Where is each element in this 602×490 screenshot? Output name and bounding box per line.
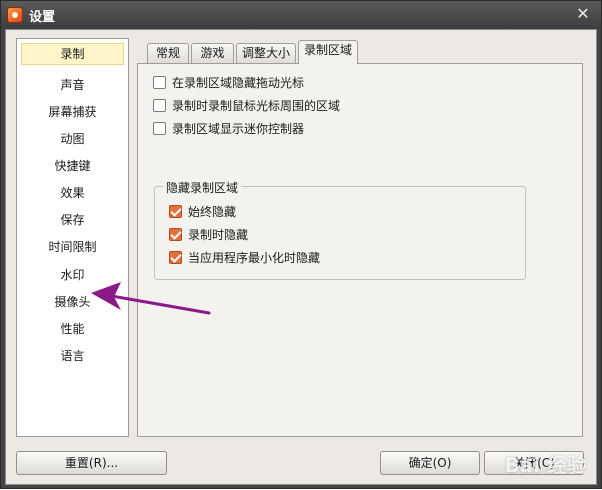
sidebar-item-save[interactable]: 保存 [21, 209, 124, 231]
checkbox-checked[interactable] [169, 204, 182, 218]
ok-button[interactable]: 确定(O) [380, 451, 480, 475]
close-icon[interactable]: ✕ [573, 4, 593, 24]
close-button[interactable]: 关闭(C) [484, 451, 584, 475]
option-hide-when-minimized[interactable]: 当应用程序最小化时隐藏 [169, 249, 320, 265]
sidebar-item-audio[interactable]: 声音 [21, 74, 124, 96]
tab-resize[interactable]: 调整大小 [236, 43, 296, 64]
window-title: 设置 [29, 10, 56, 25]
sidebar-item-time-limit[interactable]: 时间限制 [21, 236, 124, 258]
option-record-around-cursor[interactable]: 录制时录制鼠标光标周围的区域 [153, 97, 340, 113]
record-area-panel: 在录制区域隐藏拖动光标 录制时录制鼠标光标周围的区域 录制区域显示迷你控制器 隐… [137, 63, 583, 437]
title-bar[interactable]: 设置 ✕ [1, 1, 601, 29]
sidebar-item-gif[interactable]: 动图 [21, 128, 124, 150]
tab-record-area[interactable]: 录制区域 [298, 40, 358, 64]
sidebar-item-effects[interactable]: 效果 [21, 182, 124, 204]
sidebar-item-record[interactable]: 录制 [21, 43, 124, 65]
sidebar-item-watermark[interactable]: 水印 [21, 264, 124, 286]
checkbox-checked[interactable] [169, 250, 182, 264]
group-title: 隐藏录制区域 [163, 179, 242, 196]
checkbox[interactable] [153, 98, 166, 112]
sidebar-item-language[interactable]: 语言 [21, 345, 124, 367]
checkbox[interactable] [153, 75, 166, 89]
sidebar-item-webcam[interactable]: 摄像头 [21, 291, 124, 313]
sidebar-item-screen-capture[interactable]: 屏幕捕获 [21, 101, 124, 123]
reset-button[interactable]: 重置(R)... [16, 451, 167, 475]
checkbox-checked[interactable] [169, 227, 182, 241]
option-hide-drag-cursor[interactable]: 在录制区域隐藏拖动光标 [153, 74, 304, 90]
checkbox[interactable] [153, 121, 166, 135]
option-always-hide[interactable]: 始终隐藏 [169, 203, 236, 219]
sidebar-item-hotkeys[interactable]: 快捷键 [21, 155, 124, 177]
dialog-body: 录制 声音 屏幕捕获 动图 快捷键 效果 保存 时间限制 水印 摄像头 性能 语… [5, 29, 597, 485]
option-show-mini-controller[interactable]: 录制区域显示迷你控制器 [153, 120, 304, 136]
settings-category-list: 录制 声音 屏幕捕获 动图 快捷键 效果 保存 时间限制 水印 摄像头 性能 语… [16, 38, 129, 437]
sidebar-item-performance[interactable]: 性能 [21, 318, 124, 340]
option-hide-while-recording[interactable]: 录制时隐藏 [169, 226, 248, 242]
settings-window: 设置 ✕ 录制 声音 屏幕捕获 动图 快捷键 效果 保存 时间限制 水印 摄像头… [0, 0, 602, 489]
tab-general[interactable]: 常规 [147, 43, 189, 64]
app-icon [7, 7, 23, 23]
tab-game[interactable]: 游戏 [191, 43, 234, 64]
hide-record-area-group: 隐藏录制区域 始终隐藏 录制时隐藏 当应用程序最小化时隐藏 [154, 179, 526, 280]
